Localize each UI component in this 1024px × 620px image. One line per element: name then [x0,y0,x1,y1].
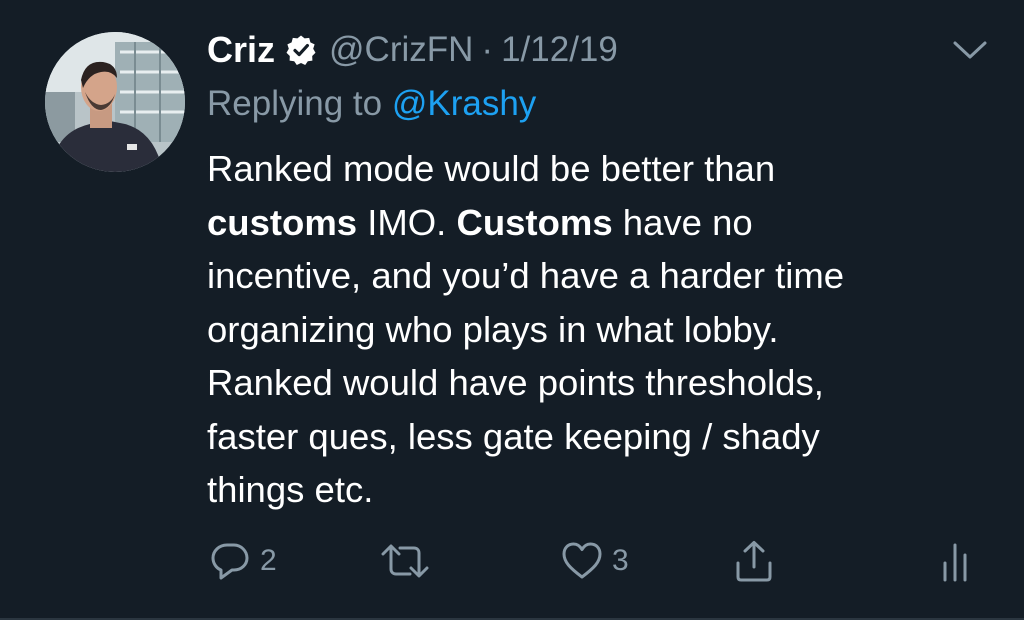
share-button[interactable] [732,536,776,586]
like-count: 3 [612,544,629,577]
chevron-down-icon[interactable] [952,38,988,62]
tweet-text-line: Ranked would have points thresholds, [207,356,987,410]
tweet-text-line: incentive, and you’d have a harder time [207,249,987,303]
like-button[interactable]: 3 [560,536,629,586]
share-icon [732,539,776,583]
retweet-icon [380,539,430,583]
reply-icon [208,539,252,583]
tweet-text-line: customs IMO. Customs have no [207,196,987,250]
tweet-text-line: faster ques, less gate keeping / shady [207,410,987,464]
analytics-icon [940,539,972,583]
tweet-text-bold: customs [207,201,358,243]
tweet-text-segment: things etc. [207,469,374,510]
replying-prefix: Replying to [207,84,383,123]
tweet-text: Ranked mode would be better than customs … [207,142,987,517]
tweet-text-segment: faster ques, less gate keeping / shady [207,415,820,457]
reply-mention-link[interactable]: @Krashy [392,84,536,123]
tweet-text-segment: IMO. [357,201,457,243]
tweet-text-segment: organizing who plays in what lobby. [207,308,779,350]
author-name[interactable]: Criz [207,29,275,71]
tweet-text-segment: Ranked mode would be better than [207,148,776,189]
retweet-button[interactable] [380,536,438,586]
tweet-text-segment: have no [612,201,753,243]
header-separator: · [481,30,494,69]
avatar[interactable] [45,32,185,172]
heart-icon [560,539,604,583]
tweet-text-bold: Customs [456,201,613,243]
replying-to: Replying to @Krashy [207,84,536,124]
tweet-date[interactable]: 1/12/19 [501,30,618,70]
action-bar: 2 3 [0,536,1024,586]
tweet-text-segment: incentive, and you’d have a harder time [207,255,845,296]
tweet-text-line: Ranked mode would be better than [207,142,987,196]
verified-badge-icon [285,34,317,66]
analytics-button[interactable] [940,536,972,586]
reply-button[interactable]: 2 [208,536,277,586]
tweet-text-segment: Ranked would have points thresholds, [207,362,824,403]
author-handle[interactable]: @CrizFN [329,30,473,70]
avatar-photo [45,32,185,172]
tweet-card[interactable]: Criz @CrizFN · 1/12/19 Replying to @Kras… [0,0,1024,620]
tweet-text-line: things etc. [207,463,987,517]
tweet-text-line: organizing who plays in what lobby. [207,303,987,357]
reply-count: 2 [260,544,277,577]
tweet-header: Criz @CrizFN · 1/12/19 [207,26,618,74]
